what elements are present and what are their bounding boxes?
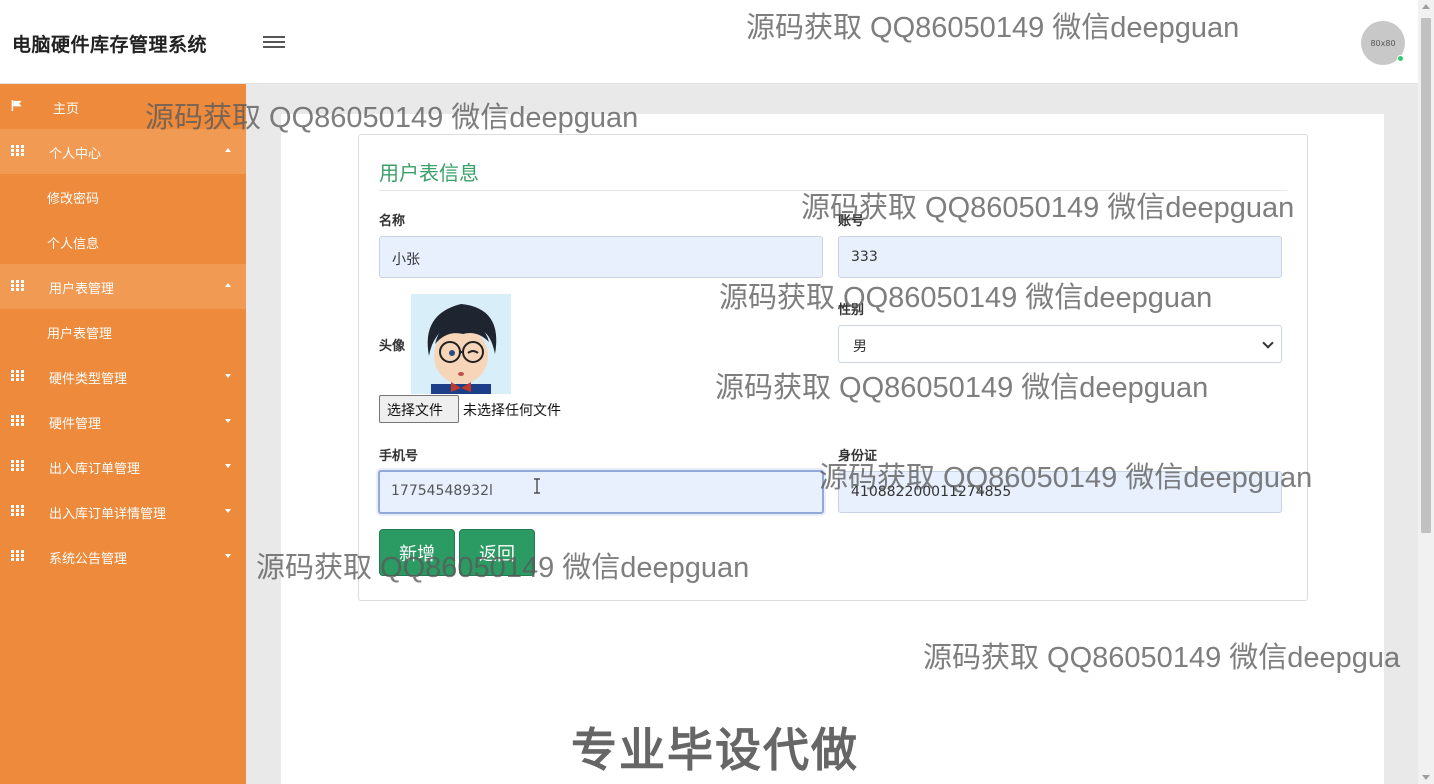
avatar-placeholder-text: 80x80 [1370, 38, 1396, 48]
choose-file-button[interactable]: 选择文件 [379, 395, 459, 423]
sidebar-subitem-label: 用户表管理 [47, 327, 113, 342]
grid-icon [11, 370, 24, 381]
watermark-text: 源码获取 QQ86050149 微信deepguan [719, 282, 1213, 314]
phone-label: 手机号 [379, 449, 419, 464]
name-field[interactable]: 小张 [379, 236, 823, 278]
sidebar-item-label: 用户表管理 [49, 282, 115, 297]
scroll-thumb[interactable] [1421, 18, 1431, 533]
sidebar-item-user-table[interactable]: 用户表管理 [0, 264, 246, 309]
watermark-text: 源码获取 QQ86050149 微信deepguan [746, 12, 1240, 44]
phone-field[interactable]: 17754548932l [378, 470, 824, 514]
watermark-text: 源码获取 QQ86050149 微信deepguan [801, 192, 1295, 224]
caret-up-icon [225, 283, 231, 287]
gender-select[interactable]: 男 [838, 325, 1282, 363]
watermark-banner: 专业毕设代做 [571, 723, 859, 777]
sidebar-item-label: 主页 [53, 102, 80, 117]
caret-down-icon [225, 419, 231, 423]
watermark-text: 源码获取 QQ86050149 微信deepgua [923, 642, 1401, 674]
grid-icon [11, 280, 24, 291]
avatar-label: 头像 [379, 339, 406, 354]
sidebar-item-label: 硬件类型管理 [49, 372, 128, 387]
gender-select-value: 男 [853, 339, 867, 355]
page-scrollbar[interactable] [1418, 0, 1434, 784]
caret-down-icon [225, 509, 231, 513]
grid-icon [11, 460, 24, 471]
sidebar-subitem-personal-info[interactable]: 个人信息 [0, 219, 246, 264]
avatar-image [411, 294, 511, 394]
name-label: 名称 [379, 214, 406, 229]
sidebar-subitem-user-table[interactable]: 用户表管理 [0, 309, 246, 354]
chevron-down-icon [1262, 337, 1274, 349]
grid-icon [11, 415, 24, 426]
watermark-text: 源码获取 QQ86050149 微信deepguan [256, 552, 750, 584]
sidebar-item-stock-order-details[interactable]: 出入库订单详情管理 [0, 489, 246, 534]
sidebar-item-hardware[interactable]: 硬件管理 [0, 399, 246, 444]
sidebar-item-stock-orders[interactable]: 出入库订单管理 [0, 444, 246, 489]
sidebar-item-announcements[interactable]: 系统公告管理 [0, 534, 246, 579]
scroll-up-arrow-icon[interactable] [1422, 4, 1430, 9]
caret-down-icon [225, 374, 231, 378]
sidebar-subitem-change-password[interactable]: 修改密码 [0, 174, 246, 219]
caret-down-icon [225, 464, 231, 468]
sidebar-item-label: 系统公告管理 [49, 552, 128, 567]
watermark-text: 源码获取 QQ86050149 微信deepguan [145, 102, 639, 134]
form-title: 用户表信息 [379, 161, 479, 185]
sidebar-item-hardware-type[interactable]: 硬件类型管理 [0, 354, 246, 399]
grid-icon [11, 550, 24, 561]
caret-up-icon [225, 148, 231, 152]
text-cursor-icon [534, 478, 540, 494]
app-title: 电脑硬件库存管理系统 [12, 34, 208, 56]
file-status-text: 未选择任何文件 [463, 403, 561, 419]
grid-icon [11, 505, 24, 516]
sidebar: 主页 个人中心 修改密码 个人信息 用户表管理 用户表管理 硬件类型管理 硬件管… [0, 84, 246, 784]
caret-down-icon [225, 554, 231, 558]
sidebar-subitem-label: 修改密码 [47, 192, 100, 207]
account-field[interactable]: 333 [838, 236, 1282, 278]
sidebar-subitem-label: 个人信息 [47, 237, 100, 252]
sidebar-item-label: 个人中心 [49, 147, 102, 162]
cartoon-avatar-icon [411, 294, 511, 394]
sidebar-item-label: 硬件管理 [49, 417, 102, 432]
watermark-text: 源码获取 QQ86050149 微信deepguan [819, 462, 1313, 494]
online-status-icon [1397, 55, 1404, 62]
grid-icon [11, 145, 24, 156]
menu-toggle-icon[interactable] [263, 33, 285, 51]
user-avatar[interactable]: 80x80 [1361, 21, 1405, 65]
flag-icon [11, 100, 22, 111]
watermark-text: 源码获取 QQ86050149 微信deepguan [715, 372, 1209, 404]
sidebar-item-label: 出入库订单管理 [49, 462, 141, 477]
sidebar-item-label: 出入库订单详情管理 [49, 507, 167, 522]
scroll-down-arrow-icon[interactable] [1422, 775, 1430, 780]
